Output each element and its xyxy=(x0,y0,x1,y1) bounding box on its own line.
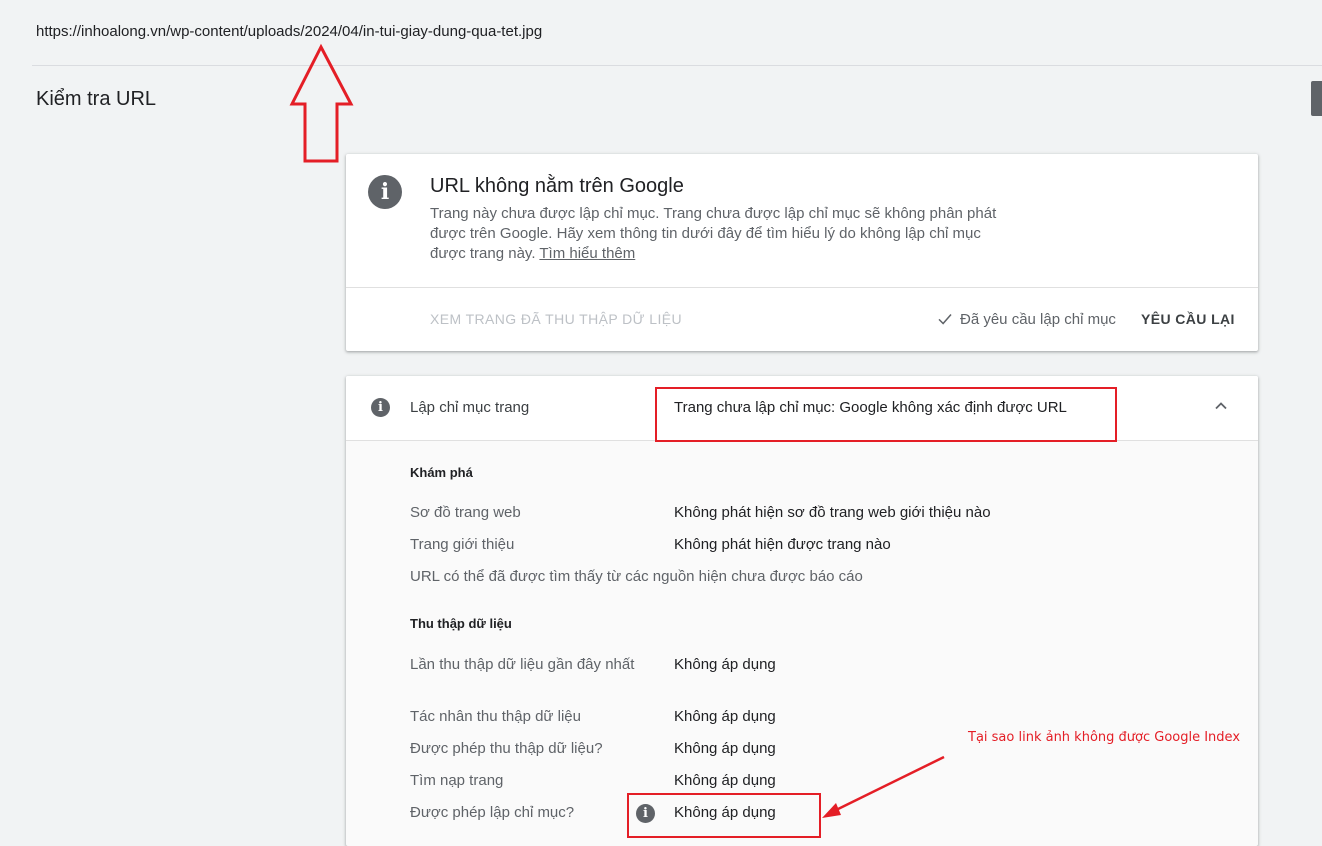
annotation-overlay xyxy=(289,43,945,818)
arrow-up-icon xyxy=(289,43,354,163)
pointer-arrow-line xyxy=(831,755,945,814)
pointer-arrowhead-icon xyxy=(822,803,841,818)
